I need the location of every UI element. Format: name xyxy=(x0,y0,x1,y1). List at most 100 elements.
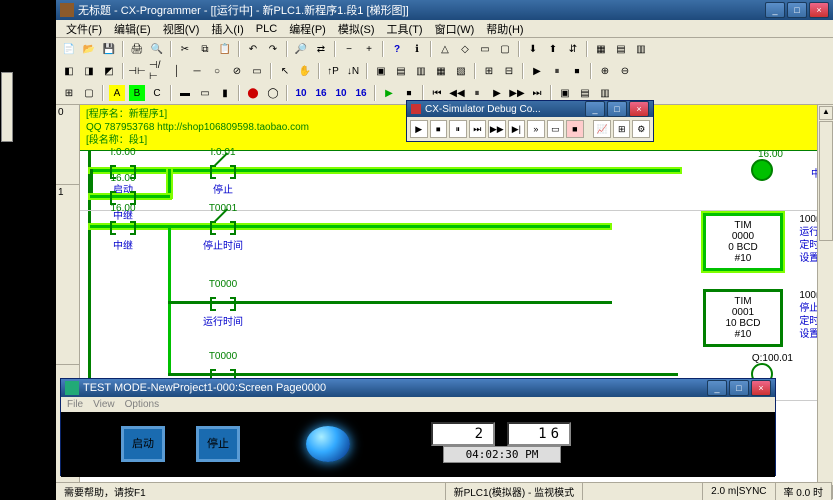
tool-icon[interactable]: ▥ xyxy=(632,40,650,58)
sim-skip-icon[interactable]: ▶| xyxy=(508,120,526,138)
box-icon[interactable]: ▭ xyxy=(248,62,266,80)
sim-tool-icon[interactable]: ■ xyxy=(566,120,584,138)
tool-icon[interactable]: ▮ xyxy=(216,84,234,102)
comment-icon[interactable]: A xyxy=(108,84,126,102)
paste-icon[interactable]: 📋 xyxy=(216,40,234,58)
transfer-icon[interactable]: ⬇ xyxy=(524,40,542,58)
menu-plc[interactable]: PLC xyxy=(250,23,283,35)
sim-gear-icon[interactable]: ⚙ xyxy=(632,120,650,138)
scroll-thumb[interactable] xyxy=(819,121,833,241)
sim-tool-icon[interactable]: ▭ xyxy=(547,120,565,138)
sim-close-button[interactable]: × xyxy=(629,101,649,117)
help-icon[interactable]: ? xyxy=(388,40,406,58)
tool-icon[interactable]: ◇ xyxy=(456,40,474,58)
num-icon[interactable]: 16 xyxy=(312,84,330,102)
menu-view[interactable]: 视图(V) xyxy=(157,21,206,37)
watch-icon[interactable]: ◯ xyxy=(264,84,282,102)
vline-icon[interactable]: │ xyxy=(168,62,186,80)
menu-simulate[interactable]: 模拟(S) xyxy=(332,21,381,37)
redo-icon[interactable]: ↷ xyxy=(264,40,282,58)
outer-scroll-thumb[interactable] xyxy=(1,72,13,142)
hmi-window[interactable]: TEST MODE-NewProject1-000:Screen Page000… xyxy=(60,378,776,476)
menu-insert[interactable]: 插入(I) xyxy=(205,21,249,37)
compare-icon[interactable]: ⇵ xyxy=(564,40,582,58)
hmi-start-button[interactable]: 启动 xyxy=(121,426,165,462)
vertical-scrollbar[interactable]: ▲ ▼ xyxy=(817,105,833,500)
sim-opt-icon[interactable]: ⊞ xyxy=(613,120,631,138)
hmi-close-button[interactable]: × xyxy=(751,380,771,396)
tool-icon[interactable]: ⏸ xyxy=(548,62,566,80)
tool-icon[interactable]: ⊞ xyxy=(480,62,498,80)
zoomin-icon[interactable]: + xyxy=(360,40,378,58)
print-icon[interactable]: 🖨 xyxy=(128,40,146,58)
transfer-icon[interactable]: ⬆ xyxy=(544,40,562,58)
close-button[interactable]: × xyxy=(809,2,829,18)
comment-icon[interactable]: B xyxy=(128,84,146,102)
num-icon[interactable]: 10 xyxy=(332,84,350,102)
tool-icon[interactable]: ▦ xyxy=(432,62,450,80)
timer-instruction[interactable]: TIM 0000 0 BCD #10 xyxy=(703,213,783,271)
num-icon[interactable]: 16 xyxy=(352,84,370,102)
tool-icon[interactable]: ▤ xyxy=(392,62,410,80)
memory-icon[interactable]: ▢ xyxy=(80,84,98,102)
sim-fwd-icon[interactable]: ▶▶ xyxy=(488,120,506,138)
tool-icon[interactable]: ▬ xyxy=(176,84,194,102)
zoomout-icon[interactable]: − xyxy=(340,40,358,58)
replace-icon[interactable]: ⇄ xyxy=(312,40,330,58)
sim-step-icon[interactable]: ⏭ xyxy=(469,120,487,138)
tool-icon[interactable]: ▣ xyxy=(372,62,390,80)
menu-file[interactable]: 文件(F) xyxy=(60,21,108,37)
tool-icon[interactable]: ▭ xyxy=(476,40,494,58)
tool-icon[interactable]: ▭ xyxy=(196,84,214,102)
undo-icon[interactable]: ↶ xyxy=(244,40,262,58)
menu-edit[interactable]: 编辑(E) xyxy=(108,21,157,37)
hline-icon[interactable]: ─ xyxy=(188,62,206,80)
mode-icon[interactable]: ◨ xyxy=(80,62,98,80)
play-icon[interactable]: ▶ xyxy=(380,84,398,102)
menu-window[interactable]: 窗口(W) xyxy=(429,21,481,37)
cursor-icon[interactable]: ↖ xyxy=(276,62,294,80)
sim-stop-icon[interactable]: ⏹ xyxy=(430,120,448,138)
coil-icon[interactable]: ○ xyxy=(208,62,226,80)
coil-nc-icon[interactable]: ⊘ xyxy=(228,62,246,80)
mode-icon[interactable]: ◩ xyxy=(100,62,118,80)
mode-icon[interactable]: ◧ xyxy=(60,62,78,80)
preview-icon[interactable]: 🔍 xyxy=(148,40,166,58)
sim-maximize-button[interactable]: □ xyxy=(607,101,627,117)
comment-icon[interactable]: C xyxy=(148,84,166,102)
simulator-window[interactable]: CX-Simulator Debug Co... _ □ × ▶ ⏹ ⏸ ⏭ ▶… xyxy=(406,100,654,142)
contact-nc-icon[interactable]: ⊣/⊢ xyxy=(148,62,166,80)
hmi-menu-file[interactable]: File xyxy=(67,399,83,410)
new-icon[interactable]: 📄 xyxy=(60,40,78,58)
timer-instruction[interactable]: TIM 0001 10 BCD #10 xyxy=(703,289,783,347)
maximize-button[interactable]: □ xyxy=(787,2,807,18)
hmi-menu-options[interactable]: Options xyxy=(125,399,159,410)
sim-pause-icon[interactable]: ⏸ xyxy=(449,120,467,138)
rising-icon[interactable]: ↑P xyxy=(324,62,342,80)
hmi-stop-button[interactable]: 停止 xyxy=(196,426,240,462)
menu-help[interactable]: 帮助(H) xyxy=(480,21,529,37)
sim-ff-icon[interactable]: » xyxy=(527,120,545,138)
minimize-button[interactable]: _ xyxy=(765,2,785,18)
scroll-up-icon[interactable]: ▲ xyxy=(819,106,833,120)
tool-icon[interactable]: ⏹ xyxy=(568,62,586,80)
contact-nc[interactable]: T0001 停止时间 xyxy=(208,215,238,237)
cut-icon[interactable]: ✂ xyxy=(176,40,194,58)
watch-icon[interactable]: ⬤ xyxy=(244,84,262,102)
menu-program[interactable]: 编程(P) xyxy=(283,21,332,37)
grid-icon[interactable]: ⊞ xyxy=(60,84,78,102)
num-icon[interactable]: 10 xyxy=(292,84,310,102)
output-coil[interactable] xyxy=(751,159,773,181)
tool-icon[interactable]: ⊟ xyxy=(500,62,518,80)
tool-icon[interactable]: ▢ xyxy=(496,40,514,58)
hmi-maximize-button[interactable]: □ xyxy=(729,380,749,396)
menu-tools[interactable]: 工具(T) xyxy=(381,21,429,37)
tool-icon[interactable]: ⊖ xyxy=(616,62,634,80)
tool-icon[interactable]: △ xyxy=(436,40,454,58)
falling-icon[interactable]: ↓N xyxy=(344,62,362,80)
whatsthis-icon[interactable]: ℹ xyxy=(408,40,426,58)
save-icon[interactable]: 💾 xyxy=(100,40,118,58)
tool-icon[interactable]: ▦ xyxy=(592,40,610,58)
contact-no[interactable]: T0000 运行时间 xyxy=(208,291,238,313)
find-icon[interactable]: 🔎 xyxy=(292,40,310,58)
